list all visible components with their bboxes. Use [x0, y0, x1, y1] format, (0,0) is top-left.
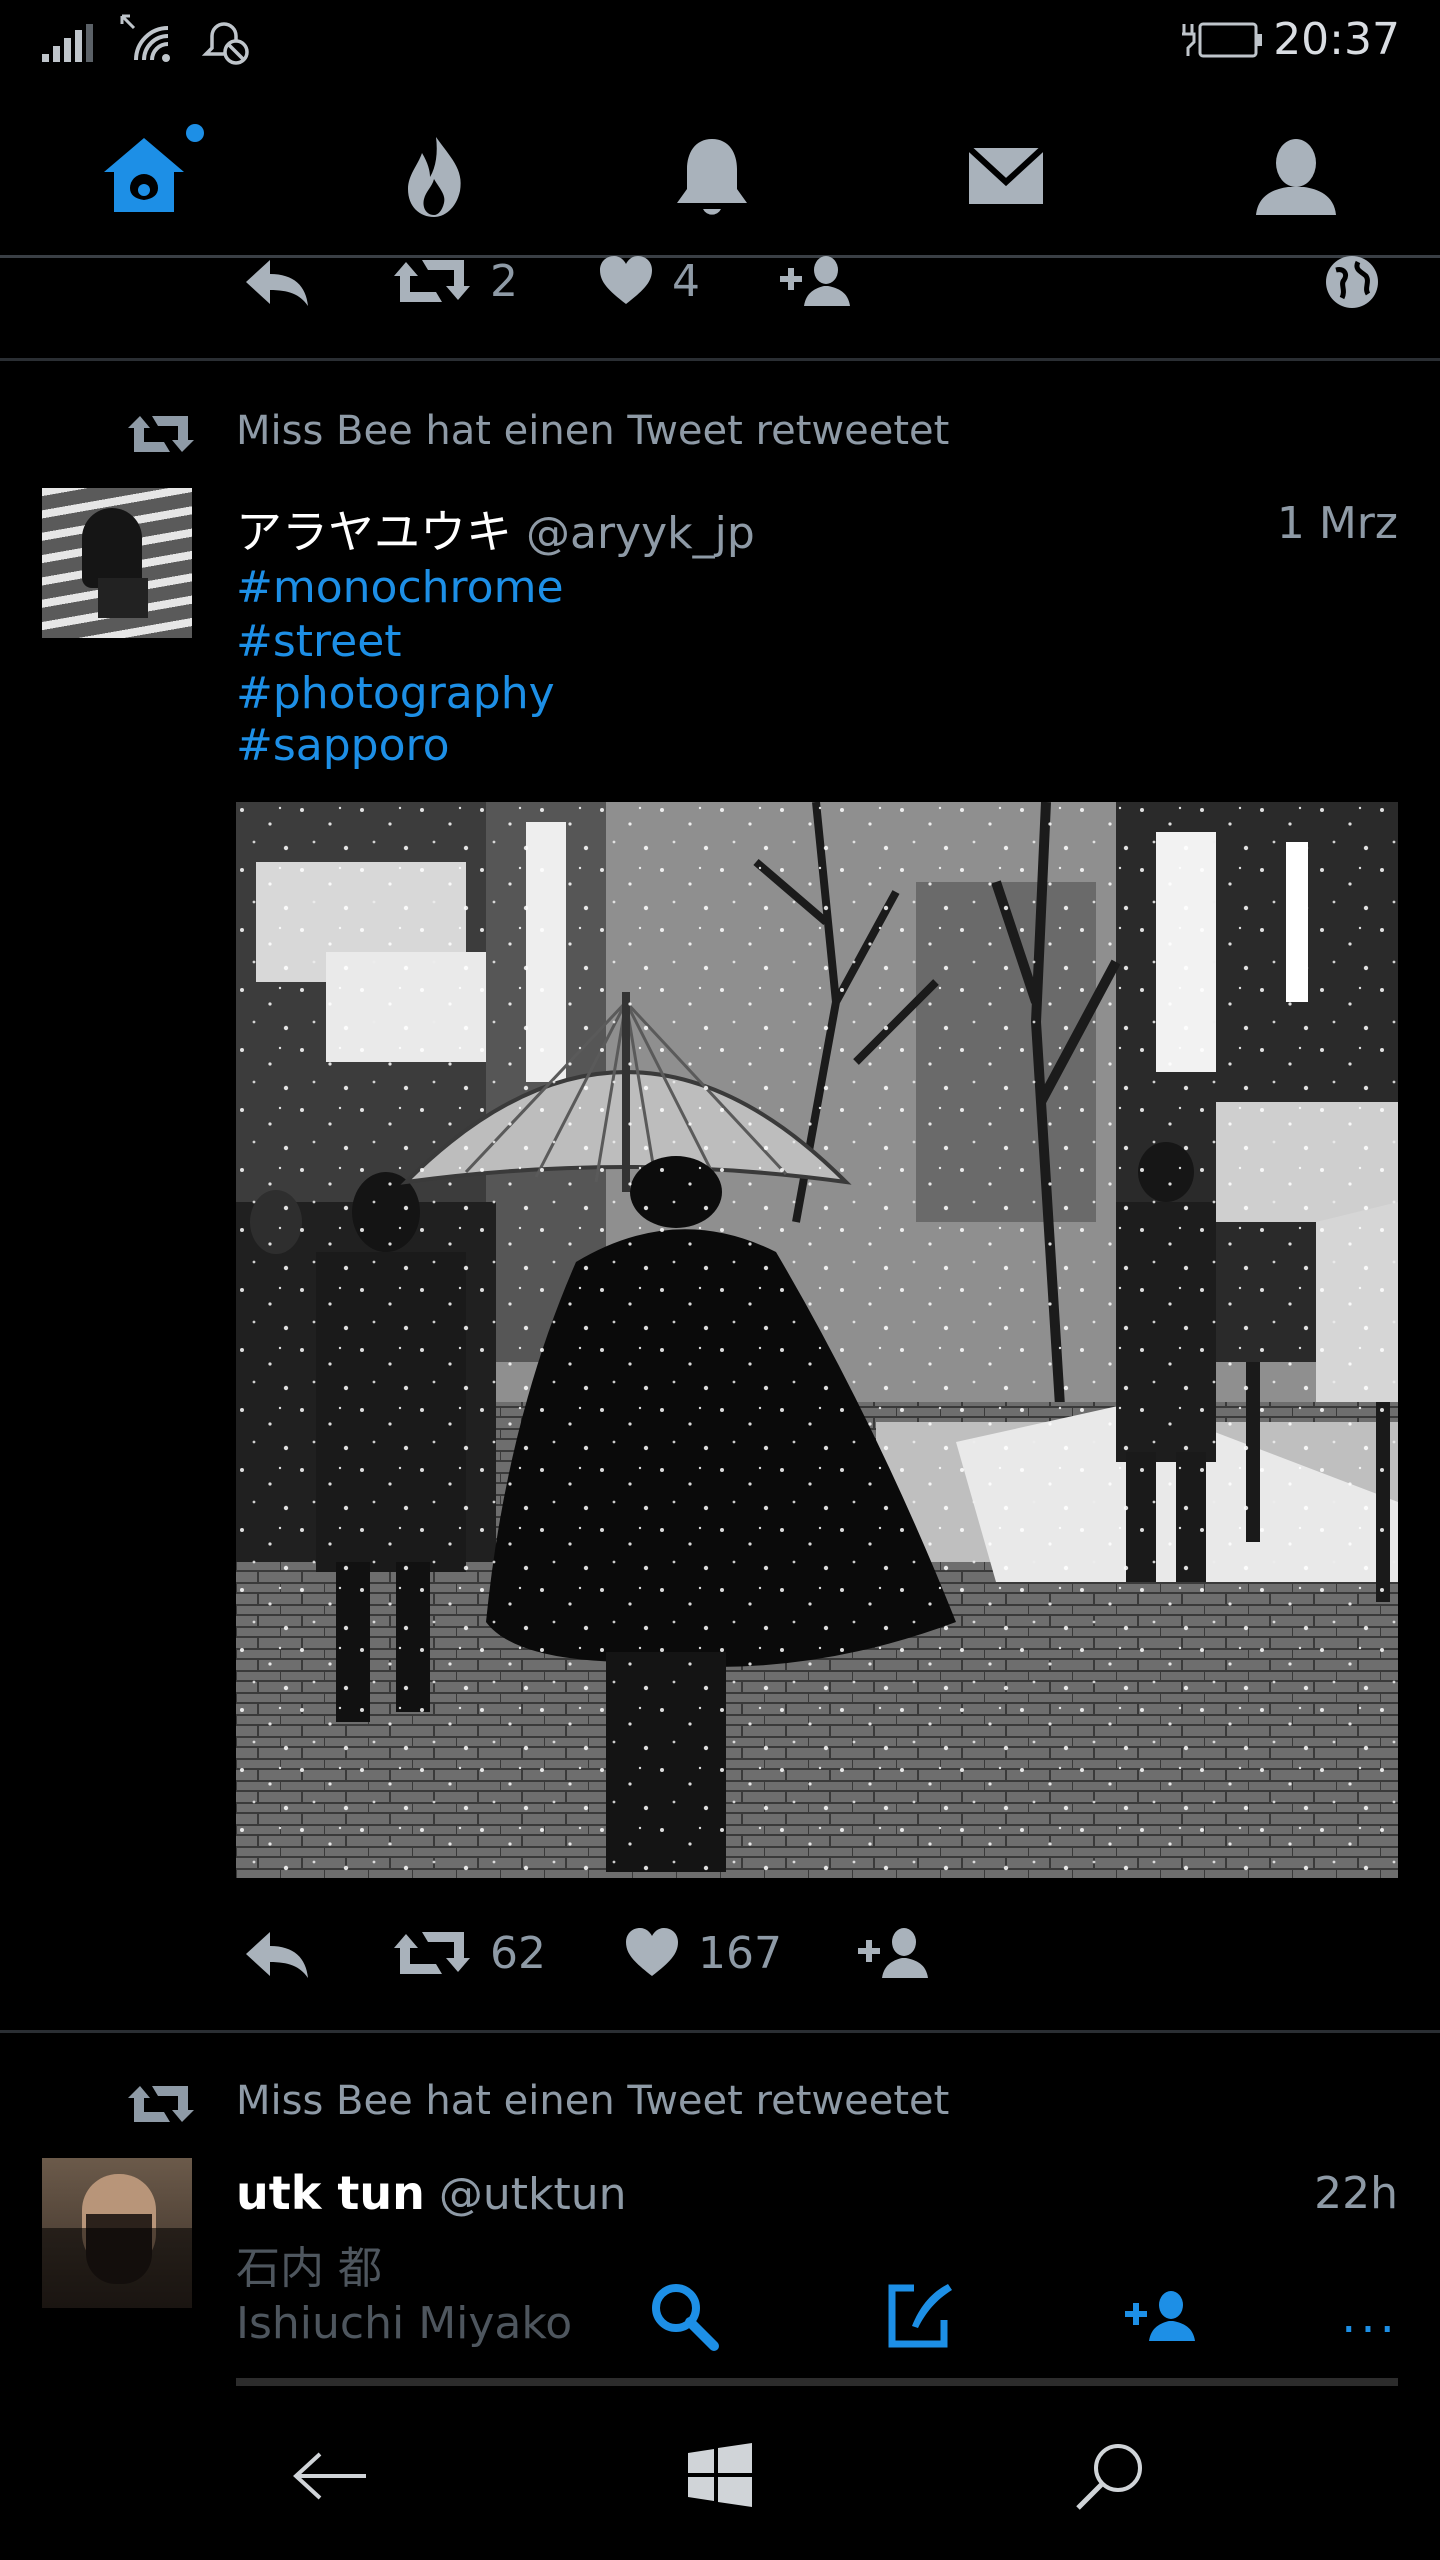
retweet-button[interactable]: 62 [392, 1926, 546, 1980]
retweet-icon [394, 260, 470, 302]
author-name: utk tun [236, 2166, 425, 2220]
globe-icon [1326, 256, 1378, 308]
retweet-button[interactable]: 2 [392, 254, 518, 308]
status-bar: 20:37 [0, 0, 1440, 84]
retweet-count: 2 [490, 255, 518, 307]
add-person-icon [1125, 2291, 1195, 2341]
person-icon [1256, 139, 1336, 215]
more-button[interactable]: ... [1320, 2266, 1420, 2366]
media-preview-edge [236, 2378, 1398, 2386]
tweet-photo[interactable] [236, 802, 1398, 1878]
like-button[interactable]: 4 [598, 254, 700, 308]
retweeted-icon [128, 2086, 194, 2122]
avatar[interactable] [42, 2158, 192, 2308]
system-search-button[interactable] [1060, 2426, 1160, 2526]
retweet-icon [394, 1932, 470, 1974]
author-name: アラヤユウキ [236, 505, 512, 559]
home-icon [104, 138, 184, 212]
tab-trending[interactable] [374, 116, 494, 236]
tweet-divider [0, 2030, 1440, 2033]
battery-charging-icon [1182, 22, 1262, 58]
retweet-count: 62 [490, 1927, 546, 1979]
signal-icon [42, 24, 93, 62]
reply-button[interactable] [242, 254, 312, 308]
tab-profile[interactable] [1236, 116, 1356, 236]
hashtag-link[interactable]: #photography [236, 668, 555, 719]
follow-button[interactable] [856, 1926, 930, 1980]
retweeted-icon [128, 416, 194, 452]
heart-icon [626, 1928, 678, 1976]
avatar[interactable] [42, 488, 192, 638]
windows-logo-icon [688, 2443, 752, 2507]
compose-button[interactable] [870, 2266, 970, 2366]
tweet-text-line: Ishiuchi Miyako [236, 2298, 573, 2349]
hashtag-link[interactable]: #sapporo [236, 720, 450, 771]
back-button[interactable] [280, 2426, 380, 2526]
retweet-attribution: Miss Bee hat einen Tweet retweetet [236, 2078, 950, 2124]
nav-divider [0, 255, 1440, 258]
hashtag-link[interactable]: #monochrome [236, 562, 564, 613]
add-account-button[interactable] [1110, 2266, 1210, 2366]
heart-icon [600, 256, 652, 304]
search-icon [652, 2284, 719, 2351]
tweet-divider [0, 358, 1440, 361]
like-count: 167 [698, 1927, 782, 1979]
like-count: 4 [672, 255, 700, 307]
compose-icon [888, 2284, 952, 2348]
author-handle: @utktun [438, 2169, 627, 2220]
wifi-icon [120, 14, 170, 62]
reply-icon [246, 1932, 308, 1978]
follow-button[interactable] [778, 254, 852, 308]
add-person-icon [780, 256, 850, 306]
search-icon [1076, 2444, 1142, 2510]
reply-button[interactable] [242, 1926, 312, 1980]
like-button[interactable]: 167 [624, 1926, 782, 1980]
reply-icon [246, 260, 308, 306]
quiet-hours-icon [201, 22, 249, 65]
clock-time: 20:37 [1273, 14, 1400, 65]
retweet-attribution: Miss Bee hat einen Tweet retweetet [236, 408, 950, 454]
bell-icon [677, 139, 747, 215]
tweet-timestamp: 1 Mrz [1276, 498, 1398, 549]
globe-button[interactable] [1322, 254, 1382, 310]
add-person-icon [858, 1928, 928, 1978]
tab-messages[interactable] [946, 116, 1066, 236]
search-button[interactable] [634, 2266, 734, 2366]
start-button[interactable] [670, 2426, 770, 2526]
tweet-timestamp: 22h [1314, 2168, 1398, 2219]
tweet-text-line: 石内 都 [236, 2243, 382, 2294]
tab-notifications[interactable] [652, 116, 772, 236]
hashtag-link[interactable]: #street [236, 616, 402, 667]
app-bar: ... [580, 2260, 1440, 2368]
system-nav-bar [0, 2386, 1440, 2560]
photo-scene [236, 802, 1398, 1878]
new-tweets-dot [186, 124, 204, 142]
back-arrow-icon [293, 2452, 366, 2500]
author-handle: @aryyk_jp [526, 508, 755, 559]
flame-icon [408, 137, 461, 217]
mail-icon [966, 145, 1046, 204]
tweet-author[interactable]: アラヤユウキ @aryyk_jp [236, 496, 755, 562]
tweet-author[interactable]: utk tun @utktun [236, 2166, 627, 2220]
